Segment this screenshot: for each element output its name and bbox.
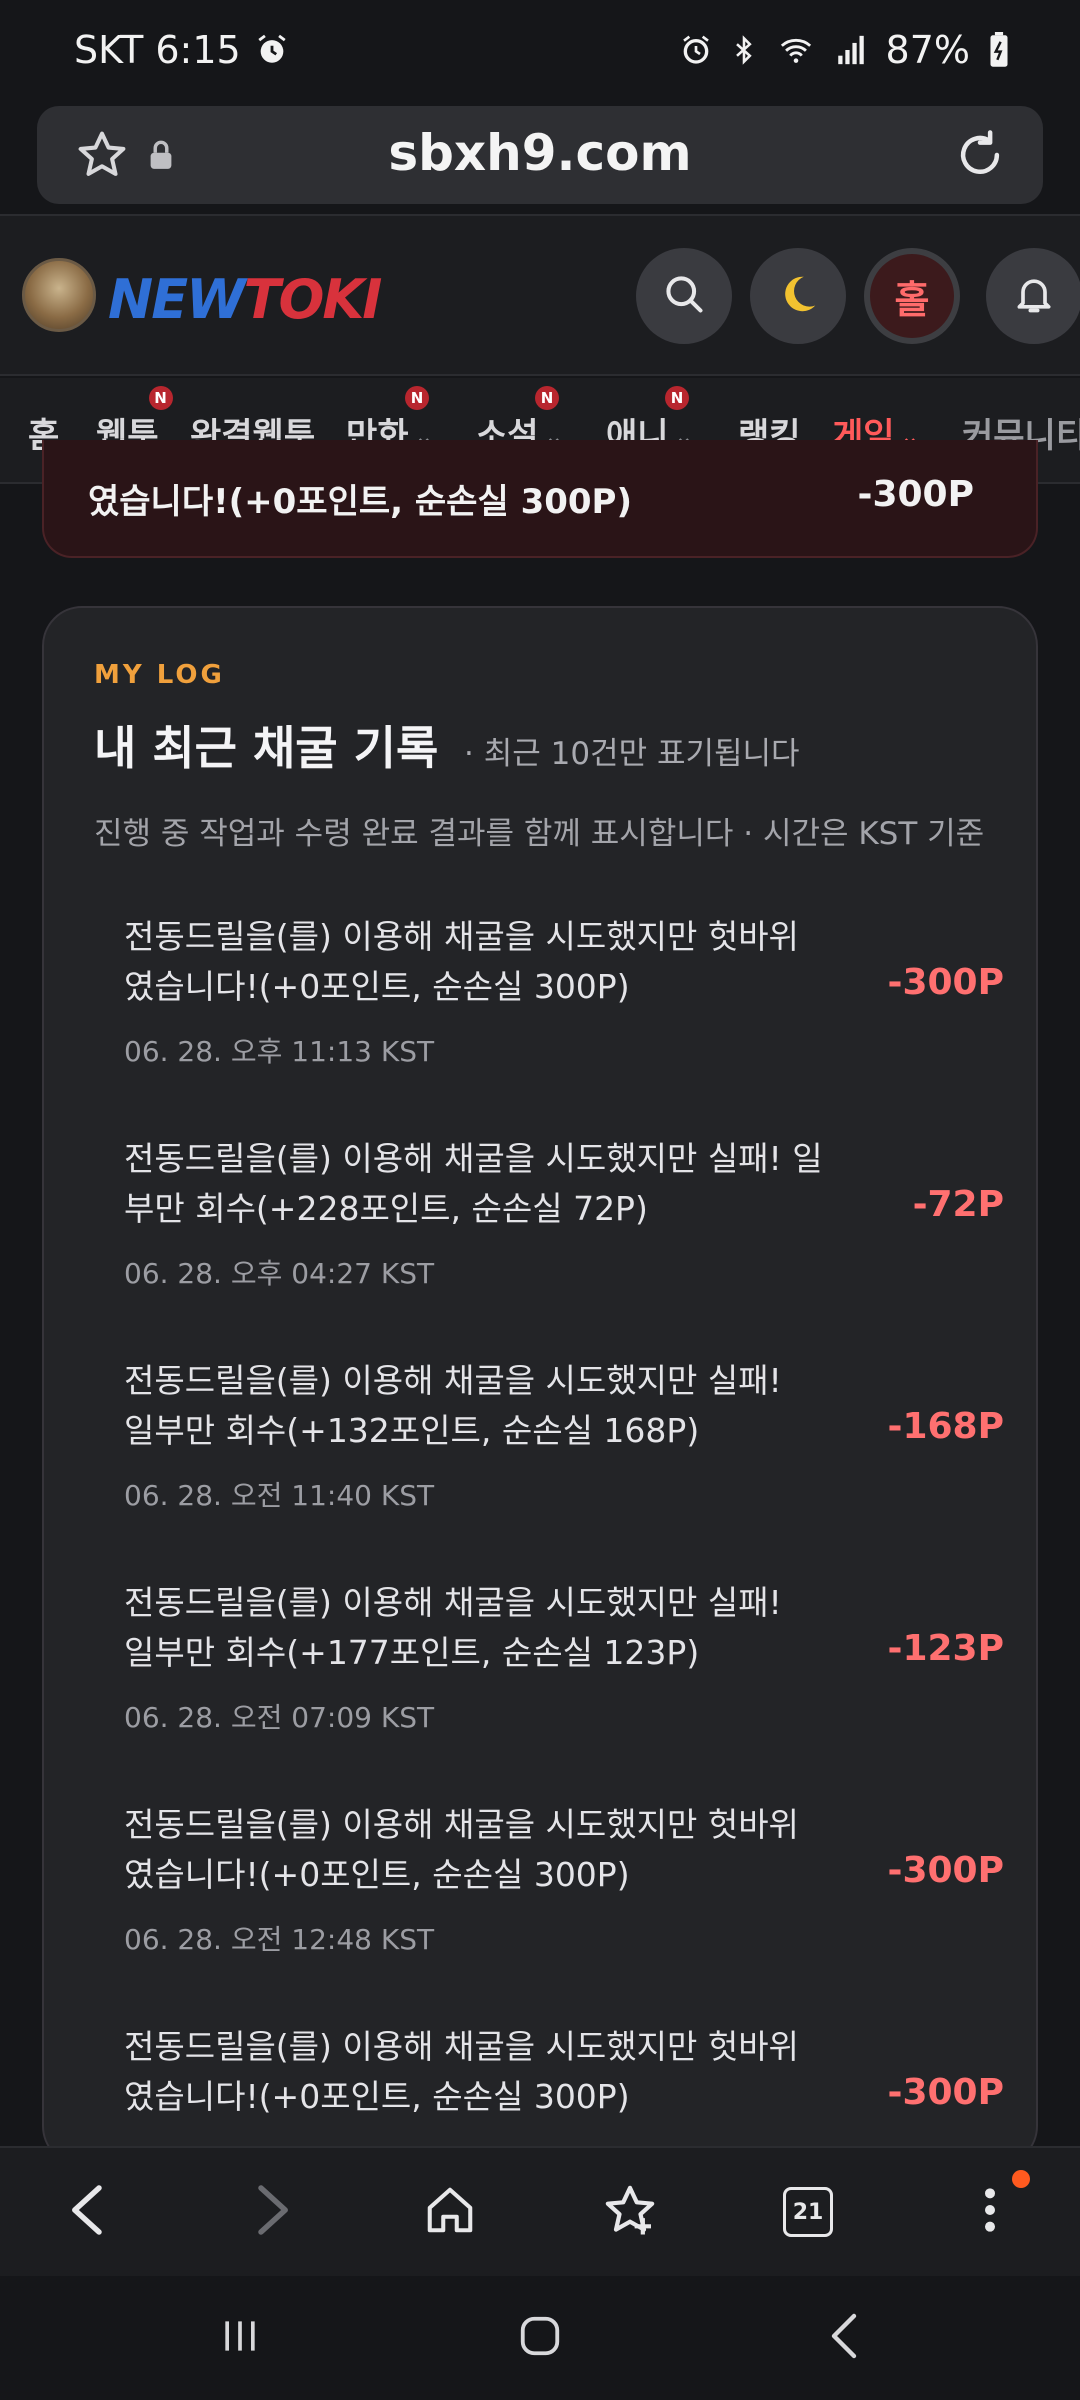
log-entry-time: 06. 28. 오전 11:40 KST: [124, 1479, 435, 1512]
new-badge: N: [665, 386, 689, 410]
alarm-icon: [255, 33, 289, 67]
desc-line: 부만 회수(+228포인트, 순손실 72P): [124, 1189, 648, 1228]
log-entry-description: 전동드릴을(를) 이용해 채굴을 시도했지만 헛바위였습니다!(+0포인트, 순…: [124, 1800, 864, 1900]
log-entry-points: -300P: [887, 962, 1004, 1003]
chevron-left-icon: [66, 2183, 110, 2241]
log-entry-time: 06. 28. 오전 12:48 KST: [124, 1923, 435, 1956]
desc-line: 전동드릴을(를) 이용해 채굴을 시도했지만 헛바위: [124, 2027, 799, 2066]
new-badge: N: [148, 386, 173, 410]
section-subtitle: 진행 중 작업과 수령 완료 결과를 함께 표시합니다 · 시간은 KST 기준: [94, 816, 985, 852]
log-entry-points: -300P: [887, 2072, 1004, 2113]
logo-avatar-icon[interactable]: [22, 258, 96, 332]
home-icon: [423, 2183, 477, 2241]
desc-line: 전동드릴을(를) 이용해 채굴을 시도했지만 헛바위: [124, 1805, 799, 1844]
desc-line: 일부만 회수(+132포인트, 순손실 168P): [124, 1411, 700, 1450]
section-eyebrow: MY LOG: [94, 660, 225, 690]
log-entry-points: -300P: [887, 1850, 1004, 1891]
menu-button[interactable]: [958, 2180, 1022, 2244]
chevron-right-icon: [250, 2183, 294, 2241]
home-square-icon: [517, 2313, 563, 2363]
bookmark-star-icon: [602, 2182, 658, 2242]
back-button[interactable]: [56, 2180, 120, 2244]
desc-line: 였습니다!(+0포인트, 순손실 300P): [124, 1855, 630, 1894]
site-logo[interactable]: NEWTOKI: [108, 268, 383, 331]
logo-new: NEW: [108, 268, 246, 331]
log-entry: 전동드릴을(를) 이용해 채굴을 시도했지만 실패! 일부만 회수(+132포인트…: [124, 1356, 1004, 1556]
desc-line: 전동드릴을(를) 이용해 채굴을 시도했지만 실패!: [124, 1583, 782, 1622]
log-entry: 전동드릴을(를) 이용해 채굴을 시도했지만 헛바위였습니다!(+0포인트, 순…: [124, 2022, 1004, 2164]
recents-icon: [218, 2314, 262, 2362]
log-entry-points: -123P: [887, 1628, 1004, 1669]
url-text[interactable]: sbxh9.com: [37, 124, 1043, 182]
back-arrow-icon: [822, 2312, 866, 2364]
carrier-time: SKT 6:15: [74, 28, 241, 72]
log-entry-points: -72P: [912, 1184, 1004, 1225]
battery-percent: 87%: [885, 28, 970, 72]
log-entry-description: 전동드릴을(를) 이용해 채굴을 시도했지만 실패! 일부만 회수(+228포인…: [124, 1134, 864, 1234]
log-entry: 전동드릴을(를) 이용해 채굴을 시도했지만 헛바위였습니다!(+0포인트, 순…: [124, 912, 1004, 1112]
log-entry: 전동드릴을(를) 이용해 채굴을 시도했지만 실패! 일부만 회수(+177포인트…: [124, 1578, 1004, 1778]
status-bar: SKT 6:15 87%: [0, 0, 1080, 104]
moon-icon: [775, 271, 821, 321]
battery-icon: [988, 32, 1010, 68]
signal-icon: [834, 33, 868, 67]
tabs-icon: 21: [783, 2187, 833, 2237]
system-home-button[interactable]: [508, 2306, 572, 2370]
recent-apps-button[interactable]: [208, 2306, 272, 2370]
browser-toolbar: 21: [0, 2146, 1080, 2276]
log-entry-description: 전동드릴을(를) 이용해 채굴을 시도했지만 실패! 일부만 회수(+132포인트…: [124, 1356, 864, 1456]
log-entry-description: 전동드릴을(를) 이용해 채굴을 시도했지만 헛바위였습니다!(+0포인트, 순…: [124, 2022, 864, 2122]
section-note: · 최근 10건만 표기됩니다: [464, 736, 800, 772]
log-entry: 전동드릴을(를) 이용해 채굴을 시도했지만 실패! 일부만 회수(+228포인…: [124, 1134, 1004, 1334]
dark-mode-button[interactable]: [750, 248, 846, 344]
previous-result-text: 였습니다!(+0포인트, 순손실 300P): [88, 482, 633, 522]
log-entry: 전동드릴을(를) 이용해 채굴을 시도했지만 헛바위였습니다!(+0포인트, 순…: [124, 1800, 1004, 2000]
bluetooth-icon: [730, 33, 758, 67]
home-button[interactable]: [418, 2180, 482, 2244]
reload-icon[interactable]: [953, 128, 1007, 186]
tab-count: 21: [792, 2199, 824, 2225]
log-entry-description: 전동드릴을(를) 이용해 채굴을 시도했지만 헛바위였습니다!(+0포인트, 순…: [124, 912, 864, 1012]
section-title: 내 최근 채굴 기록: [94, 721, 439, 775]
previous-result-points: -300P: [857, 474, 974, 515]
site-header: NEWTOKI 홀: [0, 214, 1080, 376]
notification-button[interactable]: [986, 248, 1080, 344]
search-button[interactable]: [636, 248, 732, 344]
desc-line: 전동드릴을(를) 이용해 채굴을 시도했지만 실패! 일: [124, 1139, 823, 1178]
system-back-button[interactable]: [812, 2306, 876, 2370]
desc-line: 였습니다!(+0포인트, 순손실 300P): [124, 967, 630, 1006]
log-entry-time: 06. 28. 오후 04:27 KST: [124, 1257, 435, 1290]
tabs-button[interactable]: 21: [776, 2180, 840, 2244]
desc-line: 전동드릴을(를) 이용해 채굴을 시도했지만 헛바위: [124, 917, 799, 956]
address-bar[interactable]: sbxh9.com: [37, 106, 1043, 204]
holjjak-label: 홀: [894, 277, 930, 322]
logo-toki: TOKI: [243, 268, 383, 331]
notification-dot: [1012, 2170, 1030, 2188]
forward-button[interactable]: [240, 2180, 304, 2244]
system-nav-bar: [0, 2278, 1080, 2400]
log-entry-time: 06. 28. 오후 11:13 KST: [124, 1035, 435, 1068]
log-entry-points: -168P: [887, 1406, 1004, 1447]
my-log-card: MY LOG 내 최근 채굴 기록 · 최근 10건만 표기됩니다 진행 중 작…: [42, 606, 1038, 2166]
bookmarks-button[interactable]: [598, 2180, 662, 2244]
desc-line: 전동드릴을(를) 이용해 채굴을 시도했지만 실패!: [124, 1361, 782, 1400]
log-entry-time: 06. 28. 오전 07:09 KST: [124, 1701, 435, 1734]
desc-line: 였습니다!(+0포인트, 순손실 300P): [124, 2077, 630, 2116]
wifi-icon: [776, 33, 816, 67]
bell-icon: [1012, 272, 1056, 320]
status-left: SKT 6:15: [74, 28, 289, 72]
new-badge: N: [405, 386, 429, 410]
status-right: 87%: [680, 28, 1010, 72]
previous-result-card: 였습니다!(+0포인트, 순손실 300P) -300P: [42, 440, 1038, 558]
alarm-icon: [680, 34, 712, 66]
holjjak-button[interactable]: 홀: [864, 248, 960, 344]
search-icon: [662, 272, 706, 320]
new-badge: N: [535, 386, 559, 410]
log-entry-description: 전동드릴을(를) 이용해 채굴을 시도했지만 실패! 일부만 회수(+177포인트…: [124, 1578, 864, 1678]
desc-line: 일부만 회수(+177포인트, 순손실 123P): [124, 1633, 700, 1672]
more-vertical-icon: [980, 2185, 1000, 2239]
